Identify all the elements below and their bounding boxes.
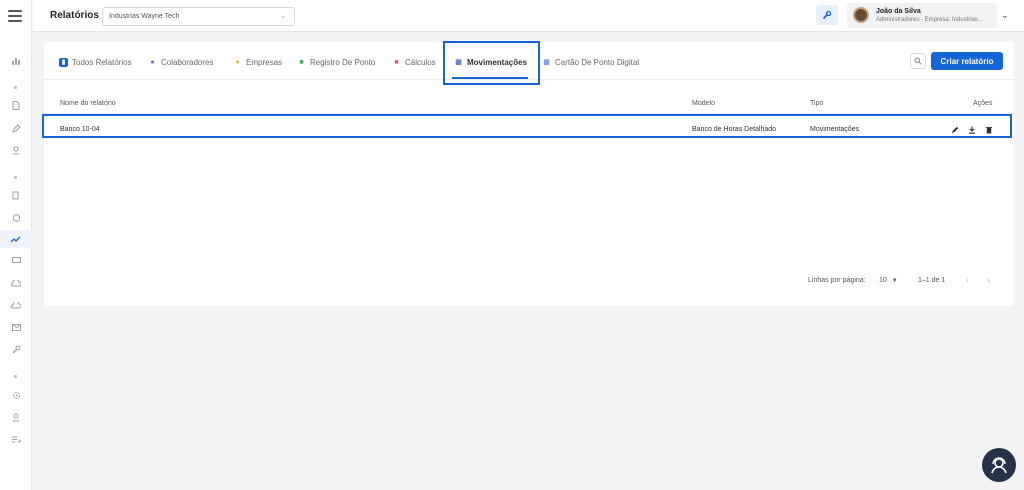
rail-divider [14, 375, 17, 378]
wrench-icon [822, 10, 832, 20]
tab-empresas[interactable]: ● Empresas [233, 55, 282, 69]
tab-label: Todos Relatórios [72, 57, 132, 67]
rows-per-page-select[interactable]: 10 ▼ [879, 277, 898, 284]
column-header-name: Nome do relatório [60, 100, 116, 107]
create-report-button[interactable]: Criar relatório [931, 52, 1003, 70]
avatar [853, 7, 869, 23]
help-support-button[interactable] [982, 448, 1016, 482]
chat-icon[interactable] [0, 253, 32, 269]
cloud-upload-icon[interactable] [0, 297, 32, 313]
column-header-model: Modelo [692, 100, 715, 107]
hamburger-menu-icon[interactable] [8, 10, 22, 22]
user-name: João da Silva [876, 8, 921, 15]
highlight-box-tab [443, 41, 540, 85]
chevron-down-icon: ⌄ [280, 13, 286, 20]
users-icon: ● [150, 58, 155, 66]
alarm-icon[interactable] [0, 209, 32, 225]
user-role: Administradores - Empresa: Industrias... [876, 17, 984, 23]
calculator-icon: ■ [394, 58, 399, 66]
pagination-range: 1–1 de 1 [918, 277, 946, 284]
mail-icon[interactable] [0, 319, 32, 335]
rail-divider [14, 86, 17, 89]
search-icon [914, 57, 922, 65]
column-header-type: Tipo [810, 100, 824, 107]
column-header-actions: Ações [973, 100, 993, 107]
company-select-value: Industrias Wayne Tech [109, 13, 180, 20]
prev-page-icon[interactable]: ‹ [966, 275, 969, 285]
user-settings-icon[interactable] [0, 409, 32, 425]
user-profile-menu[interactable]: João da Silva Administradores - Empresa:… [847, 3, 997, 28]
caret-down-icon: ▼ [891, 278, 898, 284]
company-select[interactable]: Industrias Wayne Tech ⌄ [102, 7, 295, 26]
tab-label: Colaboradores [161, 57, 214, 67]
page-title: Relatórios [50, 10, 99, 21]
copy-icon[interactable] [0, 187, 32, 203]
settings-gear-icon[interactable] [0, 387, 32, 403]
top-header: Relatórios Industrias Wayne Tech ⌄ João … [33, 0, 1024, 32]
clock-register-icon: ■ [299, 58, 304, 66]
tab-label: Empresas [246, 57, 283, 67]
tab-label: Cálculos [405, 57, 436, 67]
tab-registro-de-ponto[interactable]: ■ Registro De Ponto [297, 55, 375, 69]
tab-todos-relatorios[interactable]: ▮ Todos Relatórios [59, 55, 132, 69]
table-header: Nome do relatório Modelo Tipo Ações [44, 92, 1014, 114]
wrench-icon[interactable] [0, 341, 32, 357]
tools-button[interactable] [816, 5, 838, 25]
tab-label: Cartão De Ponto Digital [555, 57, 640, 67]
next-page-icon[interactable]: › [987, 275, 990, 285]
tab-calculos[interactable]: ■ Cálculos [392, 55, 436, 69]
trend-icon[interactable] [0, 231, 32, 247]
document-icon[interactable] [0, 97, 32, 113]
profile-chevron-down-icon[interactable]: ⌄ [1001, 10, 1009, 21]
card-icon: ▦ [543, 59, 550, 66]
dashboard-icon[interactable] [0, 53, 32, 69]
left-rail [0, 0, 32, 490]
chart-icon: ▮ [59, 57, 68, 67]
search-button[interactable] [910, 53, 926, 69]
rail-divider [14, 176, 17, 179]
tab-label: Registro De Ponto [310, 57, 376, 67]
rows-per-page-value: 10 [879, 277, 887, 284]
tab-cartao-de-ponto-digital[interactable]: ▦ Cartão De Ponto Digital [542, 55, 639, 69]
edit-icon[interactable] [0, 120, 32, 136]
user-icon[interactable] [0, 142, 32, 158]
tab-colaboradores[interactable]: ● Colaboradores [148, 55, 213, 69]
building-icon: ● [235, 58, 240, 66]
cloud-icon[interactable] [0, 275, 32, 291]
checklist-icon[interactable] [0, 431, 32, 447]
highlight-box-row [42, 114, 1012, 138]
support-agent-icon [991, 457, 1007, 474]
rows-per-page-label: Linhas por página: [808, 277, 866, 284]
